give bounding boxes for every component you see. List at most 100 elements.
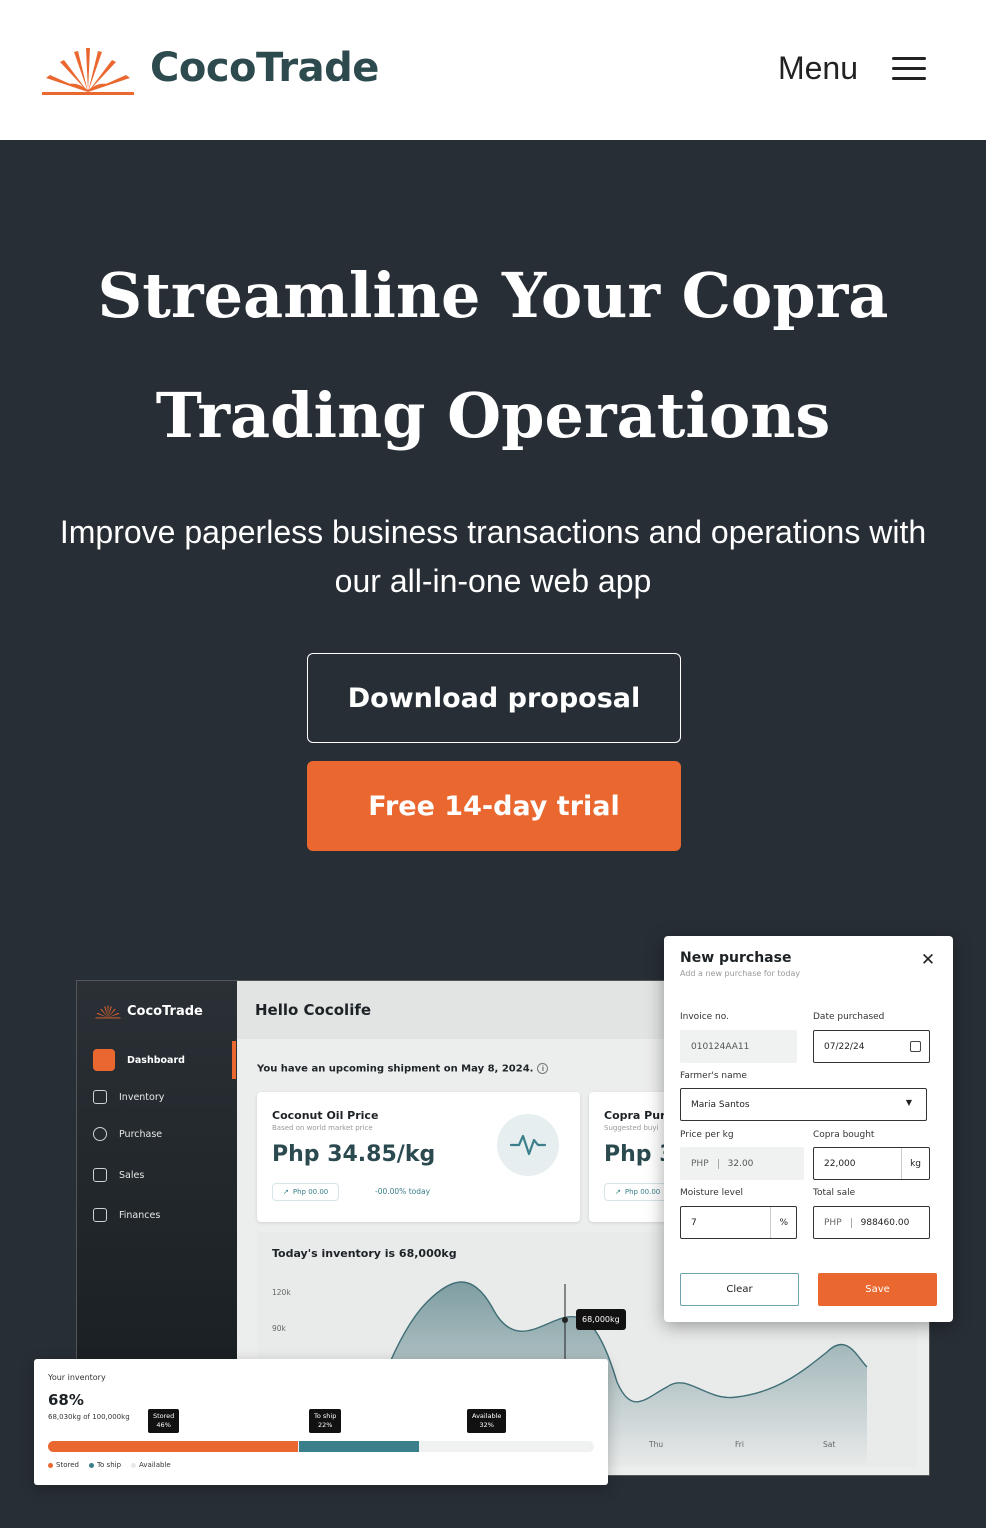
trend-up-icon: ↗ [283,1188,289,1196]
date-label: Date purchased [813,1012,885,1022]
sidebar-item-label: Inventory [119,1091,165,1103]
copra-label: Copra bought [813,1130,875,1140]
total-field[interactable]: PHP 988460.00 [813,1206,930,1239]
chip-label: Php 00.00 [624,1188,661,1196]
stored-segment [48,1441,299,1452]
price-change-chip: ↗ Php 00.00 [604,1183,672,1201]
sidebar-item-purchase[interactable]: Purchase [93,1127,162,1141]
sidebar-item-label: Finances [119,1209,161,1221]
brand-logo[interactable]: CocoTrade [40,40,379,96]
warehouse-icon [93,1090,107,1104]
chart-tooltip: 68,000kg [576,1309,626,1330]
dashboard-icon [93,1049,115,1071]
farmer-label: Farmer's name [680,1071,747,1081]
moisture-label: Moisture level [680,1188,743,1198]
shipment-notice-text: You have an upcoming shipment on May 8, … [257,1063,534,1075]
to-ship-tooltip: To ship 22% [309,1409,342,1433]
sidebar-item-sales[interactable]: Sales [93,1168,144,1182]
menu-label: Menu [777,50,858,86]
sidebar-item-inventory[interactable]: Inventory [93,1090,164,1104]
invoice-field[interactable]: 010124AA11 [680,1030,797,1063]
invoice-value: 010124AA11 [691,1041,750,1052]
new-purchase-modal: New purchase Add a new purchase for toda… [664,936,953,1322]
card-title: Copra Purc [604,1109,673,1122]
total-prefix: PHP [824,1217,852,1228]
pulse-icon [497,1114,559,1176]
hero-title: Streamline Your Copra Trading Operations [0,236,986,476]
mock-logo: CocoTrade [95,1003,203,1019]
card-subtitle: Suggested buyi [604,1124,659,1132]
hero-title-line2: Trading Operations [155,379,831,452]
dropdown-arrow-icon: ▼ [905,1098,912,1107]
invoice-label: Invoice no. [680,1012,729,1022]
sidebar-item-dashboard[interactable]: Dashboard [93,1049,185,1071]
free-trial-button[interactable]: Free 14-day trial [307,761,681,851]
x-tick-label: Fri [735,1440,744,1449]
price-field[interactable]: PHP 32.00 [680,1147,804,1180]
sidebar-item-label: Purchase [119,1128,163,1140]
legend-label: To ship [96,1461,122,1469]
card-subtitle: Based on world market price [272,1124,373,1132]
sidebar-item-finances[interactable]: Finances [93,1208,160,1222]
close-icon[interactable]: ✕ [918,950,938,970]
modal-title: New purchase [680,950,792,966]
palm-logo-icon [42,48,134,95]
x-tick-label: Sat [823,1440,836,1449]
total-value: 988460.00 [860,1217,910,1228]
hero-subtitle: Improve paperless business transactions … [59,514,927,599]
card-title: Coconut Oil Price [272,1109,379,1122]
sales-icon [93,1168,107,1182]
modal-subtitle: Add a new purchase for today [680,969,801,978]
finances-icon [93,1208,107,1222]
calendar-icon[interactable] [910,1041,921,1052]
copra-value: 22,000 [824,1158,856,1169]
available-tooltip: Available 32% [467,1409,507,1433]
chip-label: Php 00.00 [292,1188,329,1196]
brand-name: CocoTrade [150,45,379,91]
inventory-progress-bar [48,1441,594,1452]
total-label: Total sale [813,1188,856,1198]
sidebar-item-label: Dashboard [127,1054,185,1066]
sidebar-item-label: Sales [119,1169,145,1181]
price-change-chip: ↗ Php 00.00 [272,1183,340,1201]
x-tick-label: Thu [649,1440,664,1449]
stored-tooltip: Stored 46% [148,1409,180,1433]
farmer-value: Maria Santos [691,1099,750,1110]
inventory-legend: Stored To ship Available [48,1461,171,1469]
copra-field[interactable]: 22,000 kg [813,1147,930,1180]
purchase-icon [93,1127,107,1141]
moisture-value: 7 [691,1217,697,1228]
active-indicator [232,1041,236,1079]
to-ship-segment [299,1441,420,1452]
hero-title-line1: Streamline Your Copra [97,259,889,332]
hover-marker-point [562,1317,568,1323]
legend-stored: Stored [48,1461,79,1469]
shipment-notice: You have an upcoming shipment on May 8, … [257,1063,549,1075]
card-value: Php 34.85/kg [272,1142,436,1167]
clear-button[interactable]: Clear [680,1273,799,1306]
inventory-label: Your inventory [48,1373,106,1382]
save-button[interactable]: Save [818,1273,937,1306]
info-icon[interactable]: i [537,1063,549,1074]
farmer-select[interactable]: Maria Santos ▼ [680,1088,927,1121]
moisture-field[interactable]: 7 % [680,1206,797,1239]
coconut-oil-price-card: Coconut Oil Price Based on world market … [257,1092,580,1222]
greeting: Hello Cocolife [255,1001,372,1019]
inventory-percent: 68% [48,1391,84,1409]
moisture-unit: % [770,1207,796,1238]
legend-label: Stored [56,1461,79,1469]
date-value: 07/22/24 [824,1041,865,1052]
price-prefix: PHP [691,1158,719,1169]
price-label: Price per kg [680,1130,734,1140]
palm-logo-icon [95,1005,121,1019]
price-value: 32.00 [727,1158,754,1169]
download-proposal-button[interactable]: Download proposal [307,653,681,743]
top-navigation-bar: CocoTrade Menu [0,0,986,140]
trend-up-icon: ↗ [615,1188,621,1196]
legend-available: Available [131,1461,171,1469]
inventory-detail: 68,030kg of 100,000kg [48,1413,130,1421]
legend-label: Available [139,1461,171,1469]
menu-button[interactable]: Menu [778,50,926,87]
legend-to-ship: To ship [88,1461,122,1469]
date-field[interactable]: 07/22/24 [813,1030,930,1063]
